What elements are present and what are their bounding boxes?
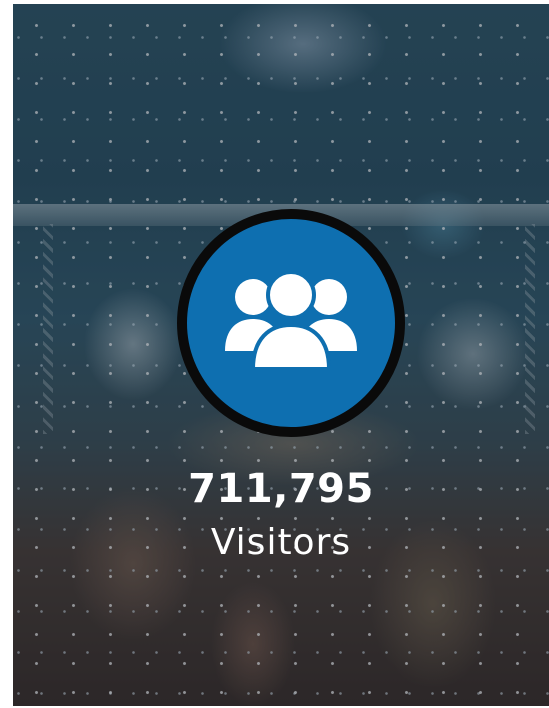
users-icon-badge [177,209,405,437]
users-group-icon [225,273,357,371]
visitors-label: Visitors [210,522,352,563]
visitors-stat-card: 711,795 Visitors [13,4,549,706]
visitors-count: 711,795 [188,466,374,512]
